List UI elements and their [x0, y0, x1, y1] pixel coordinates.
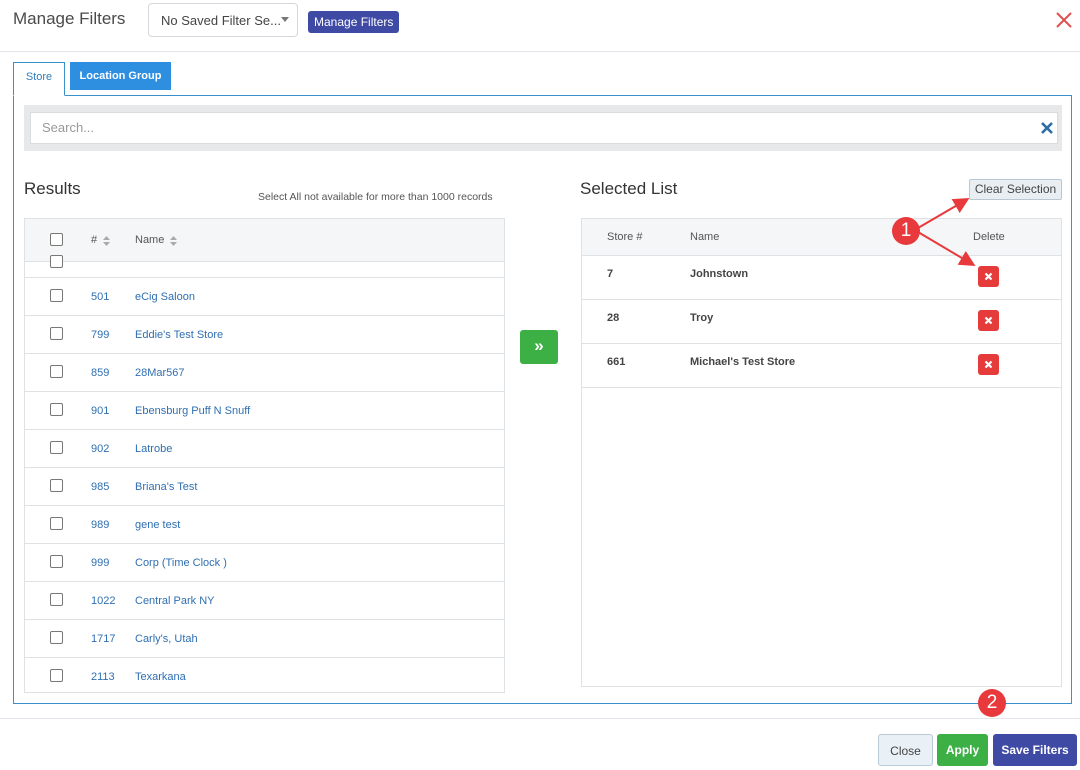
close-icon	[984, 360, 993, 369]
store-name-link[interactable]: Carly's, Utah	[135, 633, 198, 645]
delete-button[interactable]	[978, 310, 999, 331]
close-icon	[984, 316, 993, 325]
table-row: 661 Michael's Test Store	[582, 344, 1061, 388]
double-chevron-right-icon: »	[534, 336, 544, 355]
sort-icon[interactable]	[170, 236, 177, 246]
store-number: 661	[607, 356, 626, 368]
row-checkbox[interactable]	[50, 517, 63, 530]
add-to-selection-button[interactable]: »	[520, 330, 558, 364]
delete-button[interactable]	[978, 266, 999, 287]
table-row[interactable]: 902 Latrobe	[25, 430, 504, 468]
store-name-link[interactable]: Briana's Test	[135, 481, 197, 493]
table-row[interactable]: 901 Ebensburg Puff N Snuff	[25, 392, 504, 430]
store-name-link[interactable]: Ebensburg Puff N Snuff	[135, 405, 250, 417]
table-row[interactable]: 2113 Texarkana	[25, 658, 504, 692]
store-number-link[interactable]: 859	[91, 367, 109, 379]
modal-header: Manage Filters No Saved Filter Se... Man…	[0, 0, 1080, 52]
store-name-link[interactable]: Latrobe	[135, 443, 172, 455]
table-row[interactable]: 1022 Central Park NY	[25, 582, 504, 620]
modal-title: Manage Filters	[13, 9, 126, 28]
close-icon[interactable]	[1054, 10, 1074, 30]
table-row: 28 Troy	[582, 300, 1061, 344]
column-header-name: Name	[690, 231, 720, 243]
row-checkbox[interactable]	[50, 669, 63, 682]
row-checkbox[interactable]	[50, 365, 63, 378]
store-name-link[interactable]: Eddie's Test Store	[135, 329, 223, 341]
search-input[interactable]: Search...	[30, 112, 1058, 144]
close-button[interactable]: Close	[878, 734, 933, 766]
row-checkbox[interactable]	[50, 593, 63, 606]
row-checkbox[interactable]	[50, 631, 63, 644]
column-header-name[interactable]: Name	[135, 234, 164, 246]
close-icon	[984, 272, 993, 281]
row-checkbox[interactable]	[50, 479, 63, 492]
annotation-badge-1: 1	[892, 217, 920, 245]
store-name: Michael's Test Store	[690, 356, 796, 368]
caret-down-icon	[281, 17, 289, 22]
store-name-link[interactable]: eCig Saloon	[135, 291, 195, 303]
select-all-checkbox[interactable]	[50, 233, 63, 246]
table-row[interactable]: 859 28Mar567	[25, 354, 504, 392]
results-table: # Name 501 eCig Saloon 799 Eddie's Test Sto…	[24, 218, 505, 693]
store-name-link[interactable]: Texarkana	[135, 671, 186, 683]
select-all-note: Select All not available for more than 1…	[258, 191, 493, 203]
column-header-number[interactable]: #	[91, 234, 97, 246]
store-number-link[interactable]: 501	[91, 291, 109, 303]
store-name-link[interactable]: 28Mar567	[135, 367, 185, 379]
store-number-link[interactable]: 1717	[91, 633, 115, 645]
apply-button[interactable]: Apply	[937, 734, 988, 766]
selected-list-title: Selected List	[580, 179, 678, 198]
store-number-link[interactable]: 902	[91, 443, 109, 455]
store-number-link[interactable]: 1022	[91, 595, 115, 607]
saved-filter-select[interactable]: No Saved Filter Se...	[148, 3, 298, 37]
store-number-link[interactable]: 999	[91, 557, 109, 569]
tab-store[interactable]: Store	[13, 62, 65, 96]
store-number: 28	[607, 312, 620, 324]
table-row: 7 Johnstown	[582, 256, 1061, 300]
row-checkbox[interactable]	[50, 403, 63, 416]
row-checkbox[interactable]	[50, 441, 63, 454]
table-row-partial	[25, 255, 504, 278]
tab-location-group[interactable]: Location Group	[70, 62, 171, 90]
selected-table-header: Store # Name Delete	[582, 219, 1061, 256]
store-number-link[interactable]: 2113	[91, 671, 115, 683]
store-name: Troy	[690, 312, 714, 324]
store-number-link[interactable]: 985	[91, 481, 109, 493]
store-name-link[interactable]: gene test	[135, 519, 180, 531]
store-number-link[interactable]: 799	[91, 329, 109, 341]
table-row[interactable]: 799 Eddie's Test Store	[25, 316, 504, 354]
table-row[interactable]: 989 gene test	[25, 506, 504, 544]
row-checkbox[interactable]	[50, 555, 63, 568]
sort-icon[interactable]	[103, 236, 110, 246]
row-checkbox[interactable]	[50, 327, 63, 340]
results-table-header: # Name	[25, 219, 504, 262]
column-header-delete: Delete	[973, 231, 1005, 243]
manage-filters-button[interactable]: Manage Filters	[308, 11, 400, 33]
clear-selection-button[interactable]: Clear Selection	[969, 179, 1062, 200]
table-row[interactable]: 1717 Carly's, Utah	[25, 620, 504, 658]
clear-search-icon[interactable]	[1040, 121, 1054, 135]
store-name: Johnstown	[690, 268, 749, 280]
footer-divider	[0, 718, 1080, 719]
row-checkbox[interactable]	[50, 289, 63, 302]
table-row[interactable]: 985 Briana's Test	[25, 468, 504, 506]
store-name-link[interactable]: Corp (Time Clock )	[135, 557, 227, 569]
save-filters-button[interactable]: Save Filters	[993, 734, 1077, 766]
store-number-link[interactable]: 901	[91, 405, 109, 417]
column-header-store-number: Store #	[607, 231, 643, 243]
row-checkbox[interactable]	[50, 255, 63, 268]
store-number-link[interactable]: 989	[91, 519, 109, 531]
table-row[interactable]: 501 eCig Saloon	[25, 278, 504, 316]
annotation-badge-2: 2	[978, 689, 1006, 717]
table-row[interactable]: 999 Corp (Time Clock )	[25, 544, 504, 582]
selected-table: Store # Name Delete 7 Johnstown 28 Troy 661 M…	[581, 218, 1062, 687]
delete-button[interactable]	[978, 354, 999, 375]
store-name-link[interactable]: Central Park NY	[135, 595, 214, 607]
saved-filter-value: No Saved Filter Se...	[161, 13, 281, 28]
results-title: Results	[24, 179, 81, 198]
store-number: 7	[607, 268, 614, 280]
